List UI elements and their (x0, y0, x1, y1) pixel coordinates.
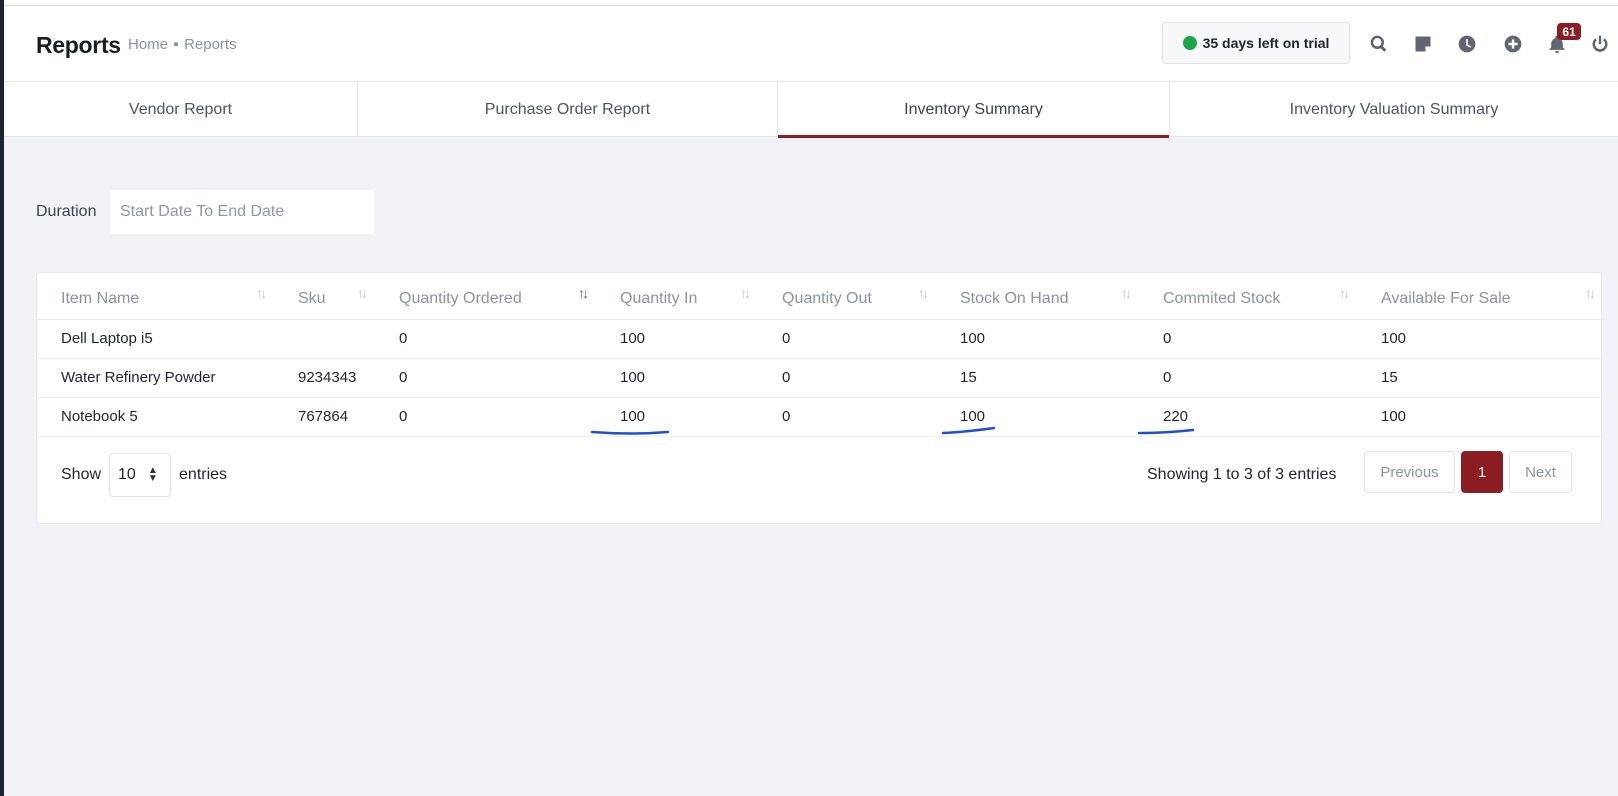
column-header-commited-stock[interactable]: Commited Stock ↑↓ (1139, 273, 1357, 320)
cell-quantity-out: 0 (758, 358, 936, 398)
table-row: Water Refinery Powder 9234343 0 100 0 15… (37, 358, 1603, 398)
tab-vendor-report[interactable]: Vendor Report (4, 82, 358, 137)
sort-icon: ↑↓ (1585, 285, 1596, 301)
inventory-summary-table: Item Name ↑↓ Sku ↑↓ Quantity Ordered ↑↓ Qua… (37, 273, 1603, 437)
column-header-stock-on-hand[interactable]: Stock On Hand ↑↓ (936, 273, 1139, 320)
cell-sku: 767864 (274, 397, 375, 437)
date-range-input[interactable] (110, 190, 374, 234)
breadcrumb: Home ● Reports (128, 36, 237, 53)
cell-sku: 9234343 (274, 358, 375, 398)
column-header-quantity-ordered[interactable]: Quantity Ordered ↑↓ (375, 273, 596, 320)
show-label: Show (61, 466, 102, 483)
sort-icon: ↑↓ (1121, 285, 1132, 301)
duration-label: Duration (36, 203, 97, 220)
column-header-available-for-sale[interactable]: Available For Sale ↑↓ (1357, 273, 1603, 320)
sort-icon: ↑↓ (1339, 285, 1350, 301)
breadcrumb-current: Reports (184, 36, 237, 53)
page-size-control: Show 10 ▲ ▼ entries (61, 453, 227, 497)
table-row: Dell Laptop i5 0 100 0 100 0 100 (37, 319, 1603, 359)
page-title: Reports (36, 32, 121, 58)
cell-item-name: Water Refinery Powder (37, 358, 274, 398)
breadcrumb-separator: ● (173, 39, 180, 50)
report-tabs: Vendor Report Purchase Order Report Inve… (4, 82, 1618, 138)
breadcrumb-home[interactable]: Home (128, 36, 168, 53)
cell-commited-stock: 0 (1139, 358, 1357, 398)
cell-item-name: Notebook 5 (37, 397, 274, 437)
sort-icon: ↑↓ (578, 285, 589, 301)
table-header-row: Item Name ↑↓ Sku ↑↓ Quantity Ordered ↑↓ Qua… (37, 273, 1603, 320)
search-icon[interactable] (1368, 33, 1390, 55)
cell-quantity-in: 100 (596, 358, 758, 398)
cell-quantity-in: 100 (596, 319, 758, 359)
cell-commited-stock: 0 (1139, 319, 1357, 359)
add-circle-icon[interactable] (1502, 33, 1524, 55)
notification-count-badge: 61 (1557, 23, 1581, 40)
table-row: Notebook 5 767864 0 100 0 100 220 100 (37, 397, 1603, 437)
trial-status-button[interactable]: 35 days left on trial (1162, 22, 1350, 64)
cell-sku (274, 319, 375, 359)
notes-icon[interactable] (1412, 33, 1434, 55)
column-header-quantity-in[interactable]: Quantity In ↑↓ (596, 273, 758, 320)
cell-available-for-sale: 100 (1357, 319, 1603, 359)
sort-icon: ↑↓ (740, 285, 751, 301)
page-1-button[interactable]: 1 (1461, 451, 1503, 493)
page-header: Reports Home ● Reports 35 days left on t… (4, 6, 1618, 82)
cell-quantity-ordered: 0 (375, 358, 596, 398)
cell-stock-on-hand: 100 (936, 319, 1139, 359)
page-size-value: 10 (118, 466, 136, 483)
cell-quantity-ordered: 0 (375, 397, 596, 437)
trial-status-dot (1182, 36, 1197, 50)
cell-available-for-sale: 15 (1357, 358, 1603, 398)
clock-icon[interactable] (1456, 33, 1478, 55)
pagination: Previous 1 Next (1364, 451, 1572, 493)
select-arrows-icon: ▲ ▼ (147, 465, 158, 484)
annotation-underline-stock-on-hand (941, 426, 996, 435)
cell-available-for-sale: 100 (1357, 397, 1603, 437)
sort-icon: ↑↓ (357, 285, 368, 301)
previous-page-button[interactable]: Previous (1364, 451, 1455, 493)
entries-label: entries (179, 466, 228, 483)
cell-quantity-ordered: 0 (375, 319, 596, 359)
annotation-underline-commited-stock (1137, 428, 1195, 435)
sort-icon: ↑↓ (256, 285, 267, 301)
pagination-info: Showing 1 to 3 of 3 entries (1147, 466, 1337, 483)
cell-quantity-out: 0 (758, 319, 936, 359)
next-page-button[interactable]: Next (1509, 451, 1572, 493)
column-header-sku[interactable]: Sku ↑↓ (274, 273, 375, 320)
tab-purchase-order-report[interactable]: Purchase Order Report (358, 82, 778, 137)
annotation-underline-quantity-in (590, 430, 670, 435)
trial-status-text: 35 days left on trial (1202, 35, 1330, 51)
tab-inventory-summary[interactable]: Inventory Summary (778, 82, 1170, 138)
inventory-summary-card: Item Name ↑↓ Sku ↑↓ Quantity Ordered ↑↓ Qua… (36, 272, 1603, 524)
cell-stock-on-hand: 15 (936, 358, 1139, 398)
column-header-quantity-out[interactable]: Quantity Out ↑↓ (758, 273, 936, 320)
column-header-item-name[interactable]: Item Name ↑↓ (37, 273, 274, 320)
cell-quantity-out: 0 (758, 397, 936, 437)
cell-item-name: Dell Laptop i5 (37, 319, 274, 359)
tab-inventory-valuation-summary[interactable]: Inventory Valuation Summary (1170, 82, 1618, 137)
power-icon[interactable] (1589, 33, 1611, 55)
sort-icon: ↑↓ (918, 285, 929, 301)
page-size-select[interactable]: 10 ▲ ▼ (109, 453, 172, 497)
